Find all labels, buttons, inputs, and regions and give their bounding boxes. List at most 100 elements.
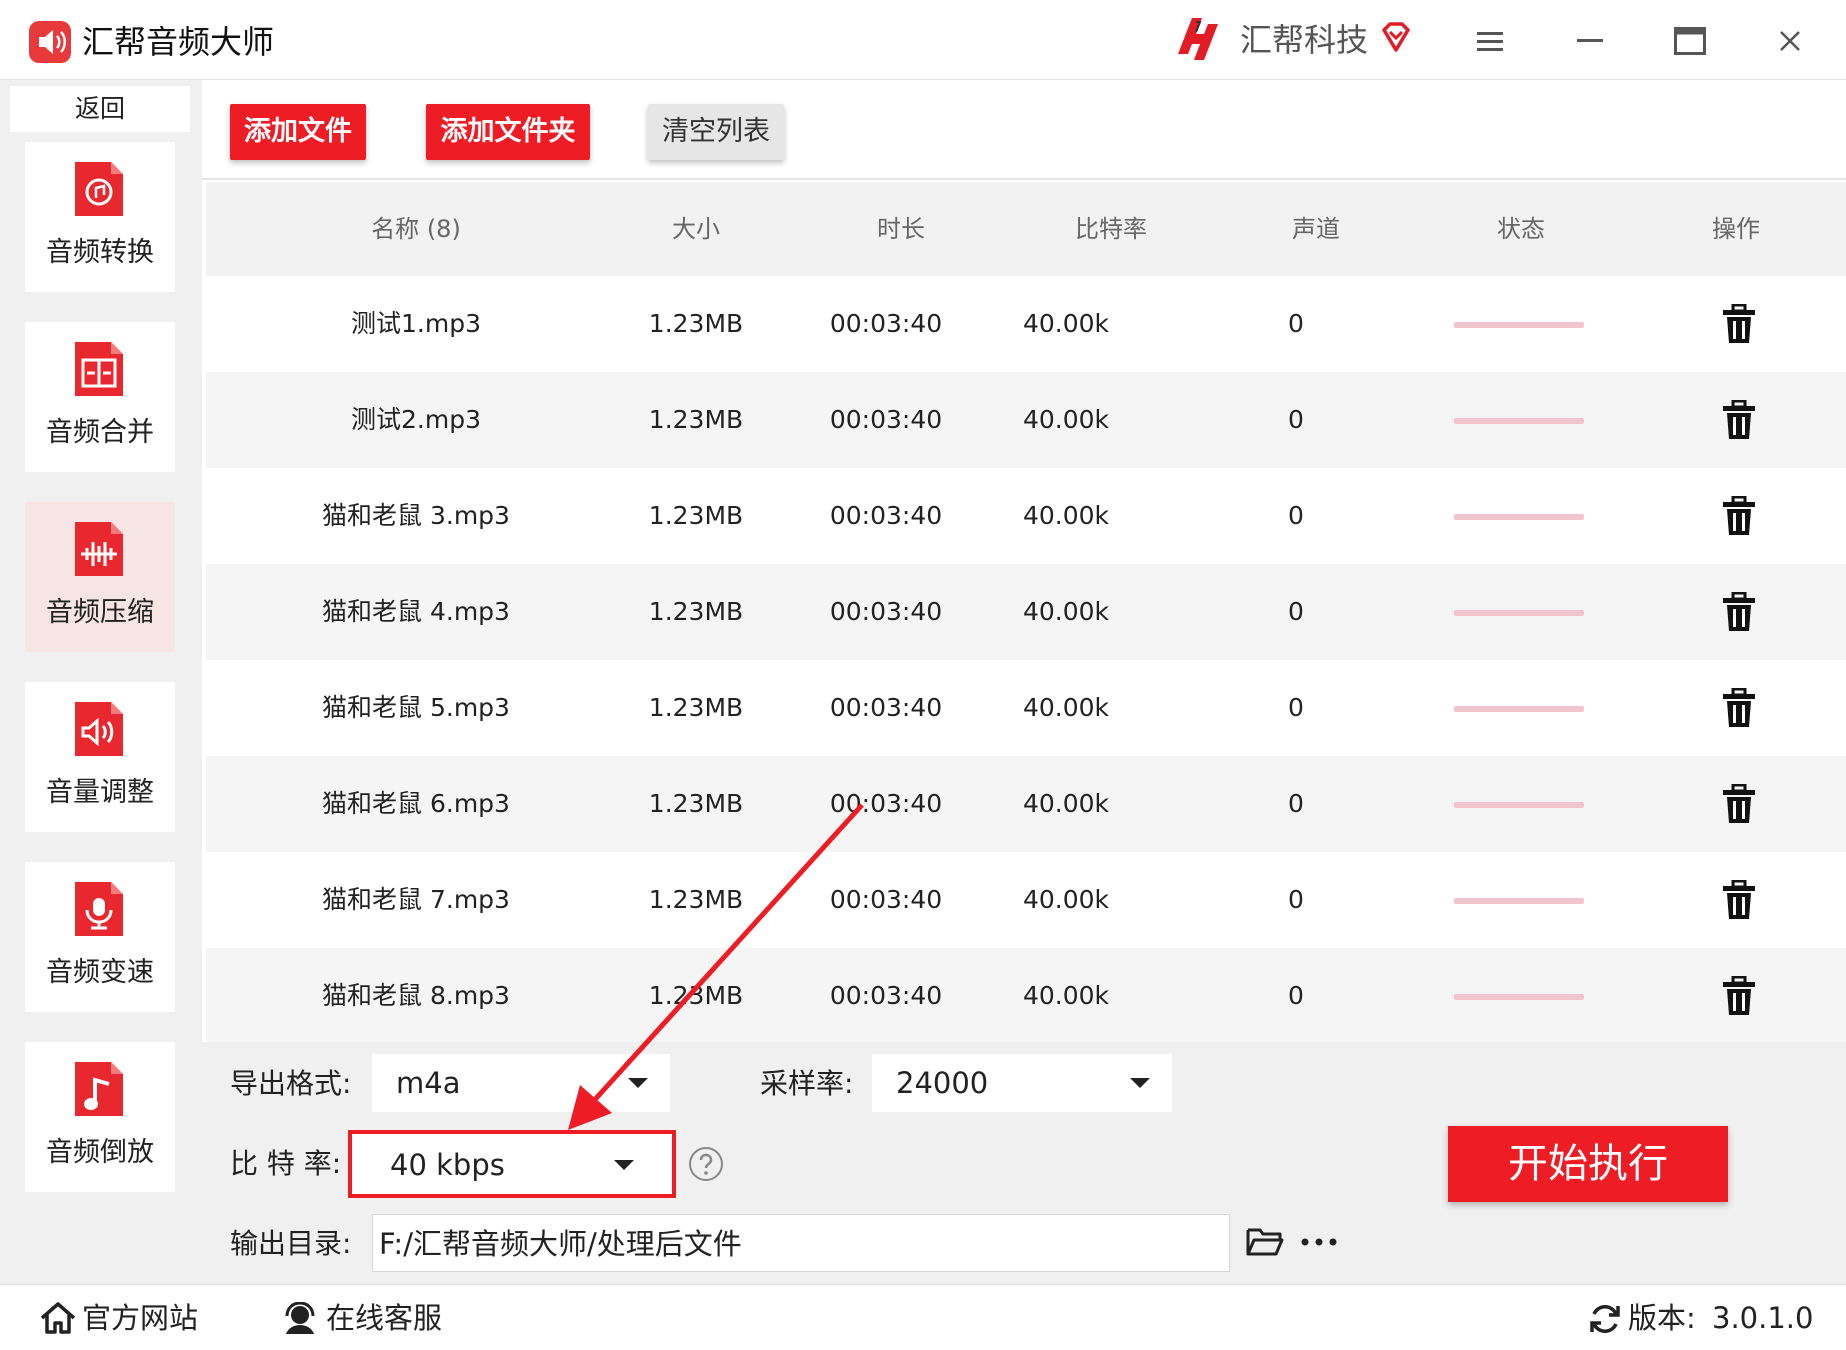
cell-duration: 00:03:40 bbox=[829, 597, 943, 626]
cell-channels: 0 bbox=[1288, 885, 1304, 914]
home-icon bbox=[40, 1302, 76, 1334]
column-header-size[interactable]: 大小 bbox=[606, 182, 786, 276]
cell-size: 1.23MB bbox=[648, 981, 744, 1010]
folder-open-icon[interactable] bbox=[1246, 1226, 1284, 1258]
sidebar-item-audio-reverse[interactable]: 音频倒放 bbox=[25, 1042, 175, 1192]
minimize-icon[interactable] bbox=[1560, 18, 1620, 64]
toolbar: 添加文件 添加文件夹 清空列表 bbox=[202, 80, 1846, 180]
online-support-link[interactable]: 在线客服 bbox=[282, 1297, 462, 1339]
cell-channels: 0 bbox=[1288, 693, 1304, 722]
cell-channels: 0 bbox=[1288, 309, 1304, 338]
close-icon[interactable] bbox=[1760, 18, 1820, 64]
cell-name: 猫和老鼠 4.mp3 bbox=[322, 597, 510, 626]
version-label: 版本: bbox=[1628, 1301, 1696, 1335]
menu-icon[interactable] bbox=[1460, 18, 1520, 64]
back-button[interactable]: 返回 bbox=[10, 86, 190, 132]
volume-adjust-icon bbox=[75, 702, 123, 756]
sidebar-item-label: 音频合并 bbox=[46, 417, 154, 448]
sidebar-item-audio-compress[interactable]: 音频压缩 bbox=[25, 502, 175, 652]
column-header-duration[interactable]: 时长 bbox=[796, 182, 1006, 276]
table-row[interactable]: 猫和老鼠 7.mp3 1.23MB 00:03:40 40.00k 0 bbox=[206, 852, 1846, 948]
table-row[interactable]: 猫和老鼠 4.mp3 1.23MB 00:03:40 40.00k 0 bbox=[206, 564, 1846, 660]
brand-name: 汇帮科技 bbox=[1240, 21, 1369, 59]
trash-icon[interactable] bbox=[1722, 880, 1756, 920]
refresh-icon[interactable] bbox=[1588, 1302, 1622, 1336]
cell-name: 猫和老鼠 6.mp3 bbox=[322, 789, 510, 818]
sidebar-item-label: 音频倒放 bbox=[46, 1137, 154, 1168]
table-row[interactable]: 猫和老鼠 5.mp3 1.23MB 00:03:40 40.00k 0 bbox=[206, 660, 1846, 756]
trash-icon[interactable] bbox=[1722, 496, 1756, 536]
cell-duration: 00:03:40 bbox=[829, 885, 943, 914]
table-row[interactable]: 测试2.mp3 1.23MB 00:03:40 40.00k 0 bbox=[206, 372, 1846, 468]
outdir-label: 输出目录: bbox=[230, 1227, 352, 1260]
official-website-link[interactable]: 官方网站 bbox=[40, 1297, 210, 1339]
chevron-down-icon bbox=[628, 1078, 648, 1088]
bitrate-select[interactable]: 40 kbps bbox=[348, 1130, 676, 1198]
footer: 官方网站 在线客服 版本: 3.0.1.0 bbox=[0, 1284, 1846, 1350]
add-folder-button[interactable]: 添加文件夹 bbox=[426, 104, 590, 160]
cell-name: 猫和老鼠 8.mp3 bbox=[322, 981, 510, 1010]
cell-duration: 00:03:40 bbox=[829, 405, 943, 434]
column-header-channels[interactable]: 声道 bbox=[1226, 182, 1406, 276]
status-progress-bar bbox=[1454, 706, 1584, 712]
table-row[interactable]: 猫和老鼠 6.mp3 1.23MB 00:03:40 40.00k 0 bbox=[206, 756, 1846, 852]
table-row[interactable]: 猫和老鼠 3.mp3 1.23MB 00:03:40 40.00k 0 bbox=[206, 468, 1846, 564]
clear-list-button[interactable]: 清空列表 bbox=[648, 104, 784, 160]
status-progress-bar bbox=[1454, 802, 1584, 808]
cell-size: 1.23MB bbox=[648, 885, 744, 914]
status-progress-bar bbox=[1454, 610, 1584, 616]
bitrate-label: 比 特 率: bbox=[230, 1147, 342, 1180]
sidebar-item-audio-merge[interactable]: 音频合并 bbox=[25, 322, 175, 472]
column-header-name[interactable]: 名称 (8) bbox=[296, 182, 536, 276]
help-icon[interactable] bbox=[688, 1146, 724, 1182]
sidebar-item-label: 音频压缩 bbox=[46, 597, 154, 628]
format-value: m4a bbox=[396, 1066, 461, 1100]
sidebar-item-volume-adjust[interactable]: 音量调整 bbox=[25, 682, 175, 832]
cell-channels: 0 bbox=[1288, 501, 1304, 530]
audio-speed-icon bbox=[75, 882, 123, 936]
cell-channels: 0 bbox=[1288, 789, 1304, 818]
cell-size: 1.23MB bbox=[648, 789, 744, 818]
vip-diamond-icon[interactable] bbox=[1378, 20, 1414, 56]
sidebar: 返回 音频转换 音频合并 音频压缩 音量调整 音频变速 音频倒放 bbox=[0, 80, 198, 1284]
table-row[interactable]: 测试1.mp3 1.23MB 00:03:40 40.00k 0 bbox=[206, 276, 1846, 372]
trash-icon[interactable] bbox=[1722, 592, 1756, 632]
trash-icon[interactable] bbox=[1722, 688, 1756, 728]
sidebar-item-audio-speed[interactable]: 音频变速 bbox=[25, 862, 175, 1012]
column-header-actions: 操作 bbox=[1712, 215, 1760, 243]
bitrate-select-inner: 40 kbps bbox=[366, 1136, 656, 1192]
cell-size: 1.23MB bbox=[648, 693, 744, 722]
trash-icon[interactable] bbox=[1722, 784, 1756, 824]
samplerate-value: 24000 bbox=[896, 1066, 989, 1100]
chevron-down-icon bbox=[614, 1160, 634, 1170]
table-row[interactable]: 猫和老鼠 8.mp3 1.23MB 00:03:40 40.00k 0 bbox=[206, 948, 1846, 1044]
trash-icon[interactable] bbox=[1722, 400, 1756, 440]
status-progress-bar bbox=[1454, 322, 1584, 328]
audio-convert-icon bbox=[75, 162, 123, 216]
cell-duration: 00:03:40 bbox=[829, 693, 943, 722]
column-header-bitrate[interactable]: 比特率 bbox=[1006, 182, 1216, 276]
trash-icon[interactable] bbox=[1722, 976, 1756, 1016]
cell-name: 猫和老鼠 3.mp3 bbox=[322, 501, 510, 530]
format-select[interactable]: m4a bbox=[372, 1054, 670, 1112]
version-info: 版本: 3.0.1.0 bbox=[1588, 1297, 1838, 1339]
column-header-status: 状态 bbox=[1497, 215, 1545, 243]
outdir-input[interactable]: F:/汇帮音频大师/处理后文件 bbox=[372, 1214, 1230, 1272]
cell-name: 测试1.mp3 bbox=[351, 309, 481, 338]
cell-duration: 00:03:40 bbox=[829, 981, 943, 1010]
bitrate-value: 40 kbps bbox=[390, 1148, 505, 1182]
online-support-label: 在线客服 bbox=[326, 1301, 443, 1335]
audio-merge-icon bbox=[75, 342, 123, 396]
trash-icon[interactable] bbox=[1722, 304, 1756, 344]
start-button[interactable]: 开始执行 bbox=[1448, 1126, 1728, 1202]
cell-channels: 0 bbox=[1288, 405, 1304, 434]
status-progress-bar bbox=[1454, 418, 1584, 424]
cell-size: 1.23MB bbox=[648, 597, 744, 626]
sidebar-item-audio-convert[interactable]: 音频转换 bbox=[25, 142, 175, 292]
maximize-icon[interactable] bbox=[1660, 18, 1720, 64]
official-website-label: 官方网站 bbox=[82, 1301, 199, 1335]
cell-bitrate: 40.00k bbox=[1022, 501, 1110, 530]
samplerate-select[interactable]: 24000 bbox=[872, 1054, 1172, 1112]
add-file-button[interactable]: 添加文件 bbox=[230, 104, 366, 160]
more-options-icon[interactable] bbox=[1300, 1232, 1338, 1252]
